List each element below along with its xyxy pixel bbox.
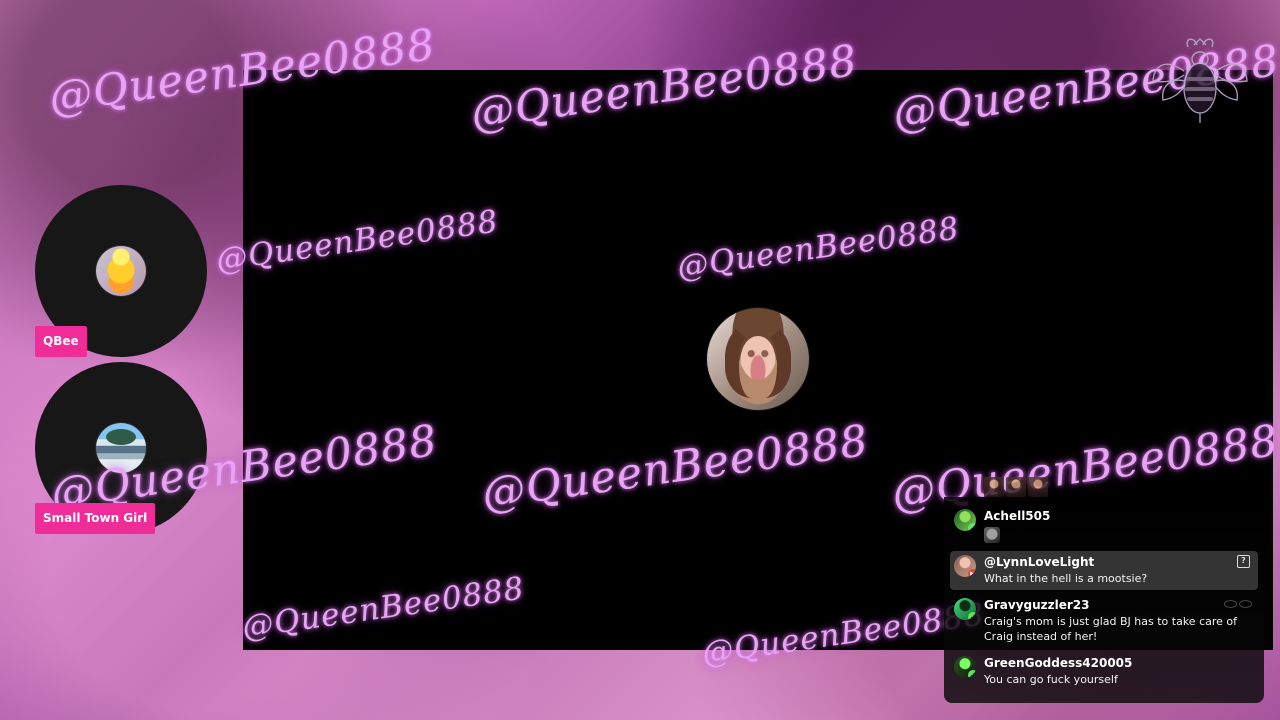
- verified-badge-icon: ✓: [968, 612, 976, 620]
- chat-message-item[interactable]: ✓ Achell505: [950, 505, 1258, 547]
- host-avatar: [707, 308, 809, 410]
- chat-message-text: You can go fuck yourself: [984, 673, 1118, 686]
- chat-message-item[interactable]: ✓ GreenGoddess420005 You can go fuck you…: [950, 652, 1258, 691]
- report-icon[interactable]: ?: [1237, 555, 1250, 568]
- speaker-name-tag: QBee: [35, 326, 87, 357]
- verified-badge-icon: ✓: [968, 523, 976, 531]
- speaker-name-tag: Small Town Girl: [35, 503, 156, 534]
- chat-panel: ✓ Achell505 ▶ @LynnLoveLight What in the…: [944, 497, 1264, 703]
- chat-avatar: ✓: [954, 598, 976, 620]
- chat-avatar: ✓: [954, 656, 976, 678]
- chat-avatar: ✓: [954, 509, 976, 531]
- viewer-thumbnails: [984, 477, 1050, 497]
- chat-username: Achell505: [984, 509, 1051, 523]
- chat-username: GreenGoddess420005: [984, 656, 1133, 670]
- viewer-thumbnail: [984, 477, 1004, 497]
- verified-badge-icon: ✓: [968, 670, 976, 678]
- reaction-thumbnail-icon: [984, 527, 1000, 543]
- bee-logo-icon: [1152, 38, 1248, 123]
- qbee-avatar: [96, 246, 146, 296]
- small-town-girl-avatar: [96, 423, 146, 473]
- eye-doodle-icon: [1224, 596, 1254, 612]
- chat-avatar: ▶: [954, 555, 976, 577]
- chat-message-item[interactable]: ✓ Gravyguzzler23 Craig's mom is just gla…: [950, 594, 1258, 648]
- viewer-thumbnail: [1028, 477, 1048, 497]
- chat-message-item[interactable]: ▶ @LynnLoveLight What in the hell is a m…: [950, 551, 1258, 590]
- chat-message-text: Craig's mom is just glad BJ has to take …: [984, 615, 1237, 643]
- youtube-badge-icon: ▶: [968, 569, 976, 577]
- chat-username: Gravyguzzler23: [984, 598, 1090, 612]
- viewer-thumbnail: [1006, 477, 1026, 497]
- chat-message-text: What in the hell is a mootsie?: [984, 572, 1148, 585]
- chat-username: @LynnLoveLight: [984, 555, 1095, 569]
